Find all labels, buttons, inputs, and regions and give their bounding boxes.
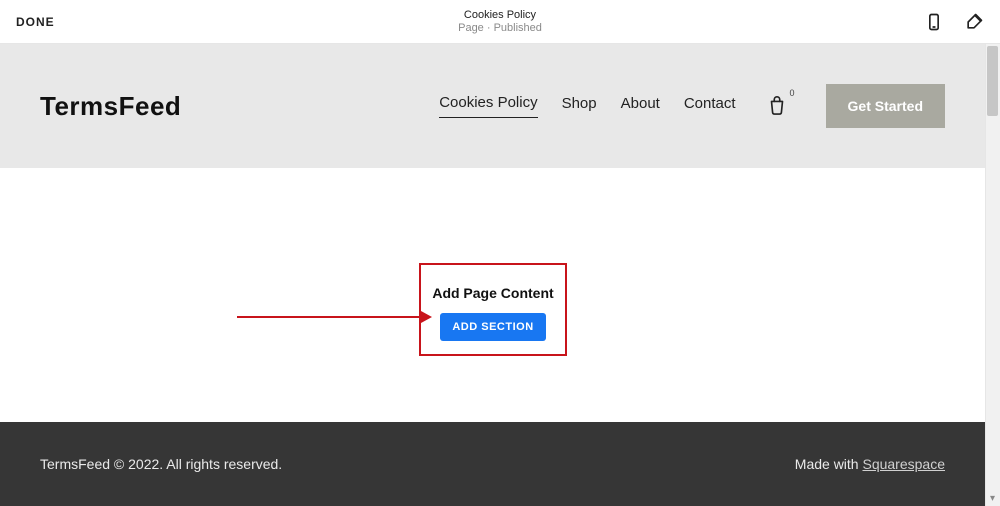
add-page-content-label: Add Page Content bbox=[432, 285, 553, 301]
page-canvas: Add Page Content ADD SECTION bbox=[0, 168, 985, 422]
page-status: Page · Published bbox=[458, 22, 542, 34]
nav-cookies-policy[interactable]: Cookies Policy bbox=[439, 94, 537, 118]
editor-top-bar: DONE Cookies Policy Page · Published bbox=[0, 0, 1000, 44]
mobile-preview-icon[interactable] bbox=[924, 12, 944, 32]
scroll-down-icon[interactable]: ▾ bbox=[985, 491, 1000, 506]
get-started-button[interactable]: Get Started bbox=[826, 84, 945, 128]
cart-icon bbox=[766, 95, 788, 117]
history-buttons bbox=[97, 13, 115, 31]
made-with-link[interactable]: Squarespace bbox=[862, 456, 945, 472]
site-footer: TermsFeed © 2022. All rights reserved. M… bbox=[0, 422, 985, 506]
site-preview: TermsFeed Cookies Policy Shop About Cont… bbox=[0, 44, 985, 506]
made-with-prefix: Made with bbox=[795, 456, 863, 472]
footer-copyright: TermsFeed © 2022. All rights reserved. bbox=[40, 456, 282, 472]
scrollbar-track[interactable]: ▾ bbox=[985, 44, 1000, 506]
add-section-button[interactable]: ADD SECTION bbox=[440, 313, 545, 341]
nav-shop[interactable]: Shop bbox=[562, 95, 597, 118]
scrollbar-thumb[interactable] bbox=[987, 46, 998, 116]
annotation-highlight-box: Add Page Content ADD SECTION bbox=[419, 263, 567, 356]
nav-about[interactable]: About bbox=[621, 95, 660, 118]
annotation-arrow-line bbox=[237, 316, 427, 318]
paint-icon[interactable] bbox=[964, 12, 984, 32]
editor-right-group bbox=[924, 12, 984, 32]
site-header: TermsFeed Cookies Policy Shop About Cont… bbox=[0, 44, 985, 168]
site-logo[interactable]: TermsFeed bbox=[40, 91, 181, 122]
cart-count: 0 bbox=[790, 88, 795, 98]
preview-wrapper: TermsFeed Cookies Policy Shop About Cont… bbox=[0, 44, 1000, 506]
page-title: Cookies Policy bbox=[458, 9, 542, 21]
cart-button[interactable]: 0 bbox=[766, 95, 788, 117]
editor-title-block: Cookies Policy Page · Published bbox=[458, 9, 542, 34]
footer-made-with: Made with Squarespace bbox=[795, 456, 945, 472]
editor-left-group: DONE bbox=[16, 13, 115, 31]
site-nav: Cookies Policy Shop About Contact 0 Get … bbox=[439, 84, 945, 128]
nav-contact[interactable]: Contact bbox=[684, 95, 736, 118]
done-button[interactable]: DONE bbox=[16, 15, 55, 29]
